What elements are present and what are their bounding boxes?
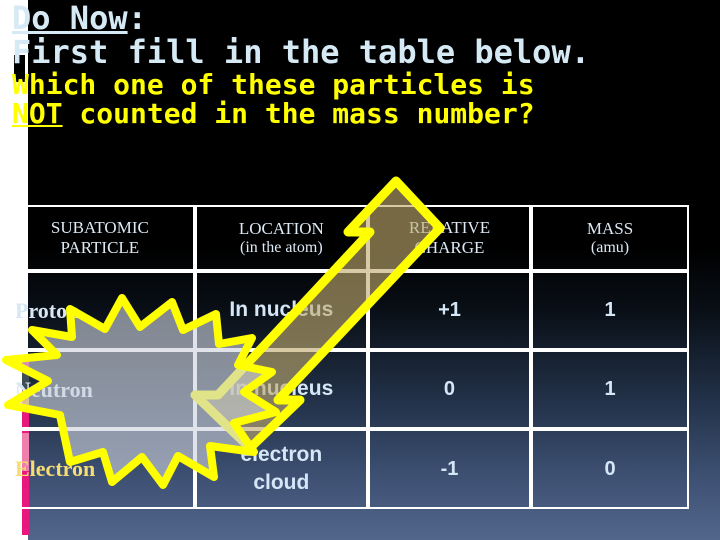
not-emphasis: NOT	[12, 97, 63, 131]
table-row: Neutron In nucleus 0 1	[5, 350, 689, 429]
header-location-sub: (in the atom)	[240, 238, 323, 256]
cell-location-electron-line2: cloud	[253, 471, 310, 494]
table-header-row: SUBATOMIC PARTICLE LOCATION (in the atom…	[5, 205, 689, 271]
do-now-label: Do Now	[12, 0, 128, 37]
header-mass-sub: (amu)	[590, 238, 630, 256]
header-location-main: LOCATION	[238, 218, 324, 238]
do-now-heading: Do Now:	[12, 0, 688, 37]
slide-canvas: Do Now: First fill in the table below. W…	[0, 0, 720, 540]
header-charge-main: RELATIVE	[408, 217, 491, 237]
question-line-2: NOT counted in the mass number?	[12, 99, 688, 129]
cell-mass-neutron: 1	[531, 350, 689, 429]
header-particle-main: SUBATOMIC	[50, 217, 149, 237]
table-row: Proton In nucleus +1 1	[5, 271, 689, 350]
cell-particle-electron: Electron	[5, 429, 195, 509]
cell-mass-proton: 1	[531, 271, 689, 350]
cell-charge-proton: +1	[367, 271, 532, 350]
do-now-colon: :	[127, 0, 147, 37]
cell-charge-neutron: 0	[367, 350, 532, 429]
header-cell-mass: MASS (amu)	[531, 205, 689, 271]
header-cell-location: LOCATION (in the atom)	[194, 205, 368, 271]
cell-location-electron: electron cloud	[194, 429, 368, 509]
cell-location-neutron: In nucleus	[194, 350, 368, 429]
header-cell-charge: RELATIVE CHARGE	[367, 205, 532, 271]
cell-location-electron-line1: electron	[240, 442, 323, 466]
cell-particle-neutron: Neutron	[5, 350, 195, 429]
header-cell-particle: SUBATOMIC PARTICLE	[5, 205, 195, 271]
header-particle-sub: PARTICLE	[60, 238, 140, 257]
header-charge-sub: CHARGE	[414, 238, 485, 257]
subatomic-particle-table: SUBATOMIC PARTICLE LOCATION (in the atom…	[5, 205, 689, 509]
cell-particle-proton: Proton	[5, 271, 195, 350]
header-mass-main: MASS	[586, 218, 634, 238]
table-row: Electron electron cloud -1 0	[5, 429, 689, 509]
question-line-2-rest: counted in the mass number?	[62, 97, 535, 131]
cell-location-proton: In nucleus	[194, 271, 368, 350]
cell-mass-electron: 0	[531, 429, 689, 509]
instruction-line: First fill in the table below.	[12, 32, 590, 71]
prompt-text-block: Do Now: First fill in the table below. W…	[12, 0, 688, 129]
question-line-1: Which one of these particles is	[12, 67, 535, 101]
cell-charge-electron: -1	[367, 429, 532, 509]
